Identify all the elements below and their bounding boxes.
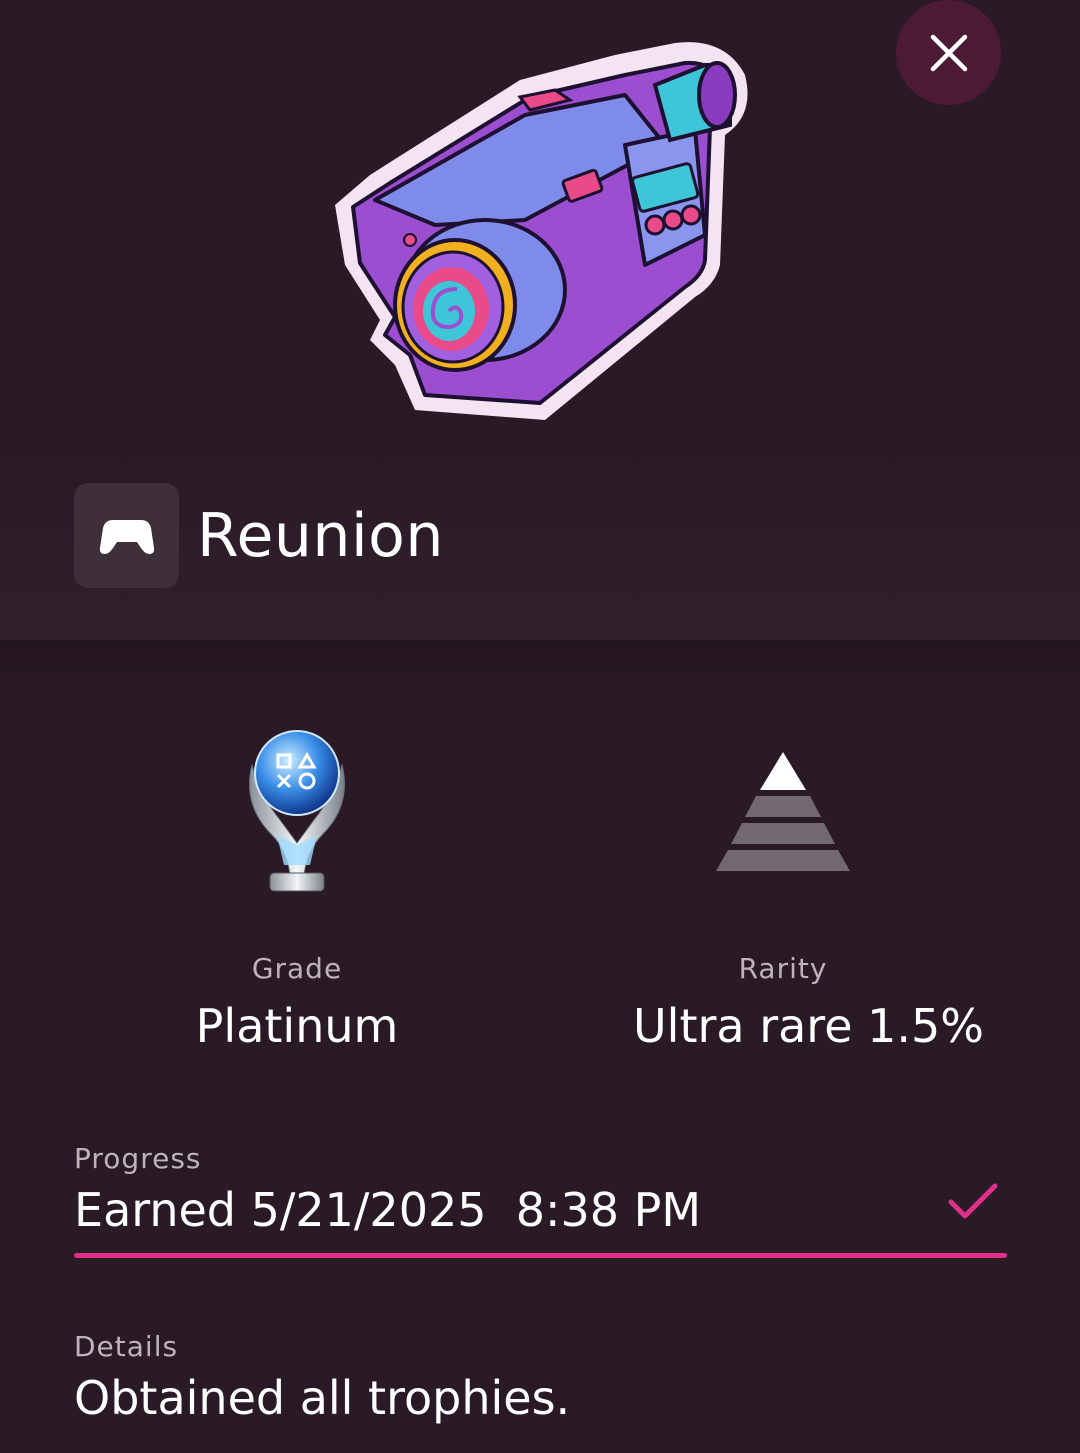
progress-label: Progress <box>74 1142 202 1175</box>
trophy-title-row: Reunion <box>74 483 444 588</box>
grade-value: Platinum <box>195 999 399 1053</box>
game-icon-tile[interactable] <box>74 483 179 588</box>
camcorder-trophy-art <box>335 42 748 420</box>
progress-bar <box>74 1253 1007 1258</box>
rarity-value: Ultra rare 1.5% <box>633 999 984 1053</box>
gamepad-icon <box>99 519 154 554</box>
close-icon <box>930 34 967 71</box>
progress-section: Progress Earned 5/21/2025 8:38 PM <box>74 1142 1007 1258</box>
close-button[interactable] <box>896 0 1001 105</box>
rarity-label: Rarity <box>738 952 828 985</box>
platinum-trophy-icon <box>249 730 345 892</box>
rarity-pyramid-icon <box>716 751 850 871</box>
rarity-section: Rarity Ultra rare 1.5% <box>633 720 984 1053</box>
progress-value: Earned 5/21/2025 8:38 PM <box>74 1183 702 1237</box>
trophy-name: Reunion <box>197 500 444 571</box>
grade-section: Grade Platinum <box>147 720 447 1053</box>
details-section: Details Obtained all trophies. <box>74 1330 1007 1425</box>
progress-bar-fill <box>74 1253 1007 1258</box>
grade-label: Grade <box>251 952 343 985</box>
checkmark-icon <box>948 1183 998 1219</box>
details-value: Obtained all trophies. <box>74 1371 571 1425</box>
details-label: Details <box>74 1330 179 1363</box>
section-divider <box>0 640 1080 710</box>
